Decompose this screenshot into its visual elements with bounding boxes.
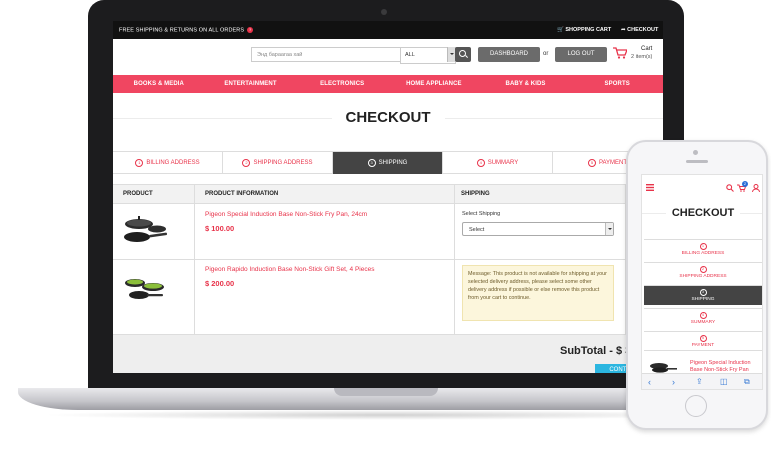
product-image-fry-pan[interactable] [121, 213, 169, 247]
phone-speaker [686, 160, 708, 163]
share-icon[interactable]: ⇪ [696, 377, 703, 386]
laptop-notch [334, 388, 438, 396]
forward-icon[interactable]: › [672, 377, 675, 387]
home-button[interactable] [685, 395, 707, 417]
product-name[interactable]: Pigeon Special Induction Base Non-Stick … [690, 360, 760, 374]
step-summary[interactable]: 4 SUMMARY [443, 152, 553, 174]
column-header-product: PRODUCT [123, 191, 153, 197]
product-price: $ 200.00 [205, 279, 235, 288]
step-billing-address[interactable]: 1 BILLING ADDRESS [113, 152, 223, 174]
table-header: PRODUCT PRODUCT INFORMATION SHIPPING [113, 184, 663, 204]
step-billing-address[interactable]: 1 BILLING ADDRESS [644, 239, 762, 259]
phone-camera [693, 150, 698, 155]
or-text: or [543, 51, 549, 57]
nav-item-electronics[interactable]: ELECTRONICS [296, 75, 388, 93]
nav-item-baby-kids[interactable]: BABY & KIDS [480, 75, 572, 93]
cart-label[interactable]: Cart [641, 46, 652, 52]
logout-button[interactable]: LOG OUT [555, 47, 607, 62]
column-header-shipping: SHIPPING [461, 191, 490, 197]
nav-item-home-appliance[interactable]: HOME APPLIANCE [388, 75, 480, 93]
step-shipping[interactable]: 3 SHIPPING [644, 285, 762, 305]
step-shipping-address[interactable]: 2 SHIPPING ADDRESS [644, 262, 762, 282]
top-bar: FREE SHIPPING & RETURNS ON ALL ORDERS? 🛒… [113, 21, 663, 39]
back-icon[interactable]: ‹ [648, 377, 651, 387]
info-badge[interactable]: ? [247, 27, 254, 33]
nav-item-entertainment[interactable]: ENTERTAINMENT [205, 75, 297, 93]
menu-icon[interactable] [646, 184, 654, 191]
category-select[interactable]: ALL [400, 47, 456, 64]
product-name[interactable]: Pigeon Rapido Induction Base Non-Stick G… [205, 266, 374, 273]
cart-icon: 🛒 [557, 27, 564, 33]
phone-screen: 2 CHECKOUT 1 BILLING ADDRESS 2 SHIPPING AD… [641, 174, 763, 390]
search-icon[interactable] [726, 184, 734, 192]
step-summary[interactable]: 4 SUMMARY [644, 308, 762, 328]
dashboard-button[interactable]: DASHBOARD [478, 47, 540, 62]
product-image-gift-set[interactable] [121, 273, 169, 303]
column-header-info: PRODUCT INFORMATION [205, 191, 279, 197]
webcam [381, 9, 387, 15]
cart-item-count: 2 item(s) [631, 54, 653, 60]
checkout-steps: 1 BILLING ADDRESS 2 SHIPPING ADDRESS 3 SHIP… [113, 151, 663, 174]
step-shipping-address[interactable]: 2 SHIPPING ADDRESS [223, 152, 333, 174]
user-icon[interactable] [752, 184, 760, 192]
page-title: CHECKOUT [642, 207, 762, 219]
tabs-icon[interactable]: ⧉ [744, 377, 750, 387]
nav-item-books-media[interactable]: BOOKS & MEDIA [113, 75, 205, 93]
shipping-select[interactable]: Select [462, 222, 614, 236]
category-nav: BOOKS & MEDIA ENTERTAINMENT ELECTRONICS … [113, 75, 663, 93]
shipping-label: Select Shipping [462, 211, 501, 217]
product-name[interactable]: Pigeon Special Induction Base Non-Stick … [205, 211, 367, 218]
checkout-link[interactable]: ➦ CHECKOUT [621, 27, 658, 33]
laptop-screen: FREE SHIPPING & RETURNS ON ALL ORDERS? 🛒… [113, 21, 663, 373]
cart-icon[interactable] [613, 47, 627, 59]
bookmarks-icon[interactable]: ◫ [720, 377, 728, 386]
step-shipping[interactable]: 3 SHIPPING [333, 152, 443, 174]
nav-item-sports[interactable]: SPORTS [571, 75, 663, 93]
shipping-unavailable-message: Message: This product is not available f… [462, 265, 614, 321]
chevron-down-icon [605, 223, 613, 235]
share-arrow-icon: ➦ [621, 27, 626, 33]
cart-count-badge: 2 [742, 181, 748, 187]
shopping-cart-link[interactable]: 🛒 SHOPPING CART [557, 27, 611, 33]
product-image-fry-pan[interactable] [648, 361, 678, 373]
search-button[interactable] [455, 47, 471, 62]
product-price: $ 100.00 [205, 224, 235, 233]
browser-toolbar: ‹ › ⇪ ◫ ⧉ [642, 373, 762, 389]
step-payment[interactable]: 5 PAYMENT [644, 331, 762, 351]
promo-text: FREE SHIPPING & RETURNS ON ALL ORDERS? [119, 27, 254, 34]
page-title: CHECKOUT [113, 109, 663, 126]
search-input[interactable]: Энд бараагаа хай ALL [251, 47, 456, 64]
